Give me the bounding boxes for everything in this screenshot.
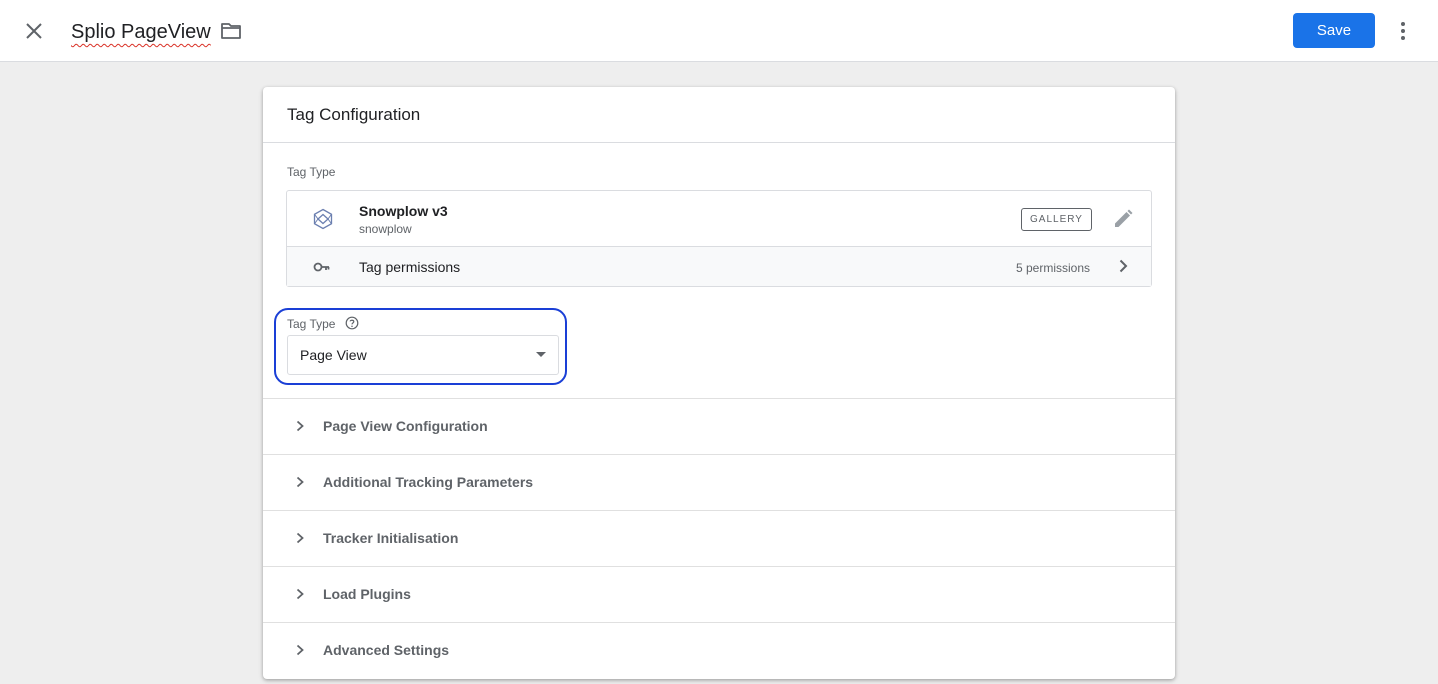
tag-permissions-row[interactable]: Tag permissions 5 permissions: [287, 246, 1151, 286]
permissions-label: Tag permissions: [359, 259, 461, 275]
section-label: Tracker Initialisation: [323, 530, 459, 546]
close-button[interactable]: [22, 19, 46, 43]
permissions-count: 5 permissions: [1016, 261, 1091, 275]
section-label: Additional Tracking Parameters: [323, 474, 534, 490]
section-tracker-initialisation[interactable]: Tracker Initialisation: [263, 510, 1175, 566]
section-page-view-configuration[interactable]: Page View Configuration: [263, 398, 1175, 454]
folder-icon: [221, 23, 241, 39]
chevron-right-icon: [296, 532, 304, 544]
tag-type-field-label: Tag Type: [287, 317, 336, 331]
folder-button[interactable]: [220, 20, 242, 42]
chevron-right-icon: [296, 476, 304, 488]
pencil-icon[interactable]: [1112, 208, 1134, 230]
section-load-plugins[interactable]: Load Plugins: [263, 566, 1175, 622]
tag-name-title[interactable]: Splio PageView: [71, 19, 211, 45]
tag-type-section-label: Tag Type: [287, 165, 336, 179]
more-options-button[interactable]: [1391, 19, 1415, 43]
template-name: Snowplow v3: [359, 203, 448, 219]
chevron-right-icon: [296, 644, 304, 656]
top-bar: Splio PageView Save: [0, 0, 1438, 62]
template-id: snowplow: [359, 222, 412, 236]
tag-type-box: Snowplow v3 snowplow GALLERY Tag permiss…: [286, 190, 1152, 287]
chevron-right-icon: [296, 420, 304, 432]
section-additional-tracking-parameters[interactable]: Additional Tracking Parameters: [263, 454, 1175, 510]
key-icon: [313, 262, 330, 272]
card-title: Tag Configuration: [287, 105, 421, 124]
tag-configuration-card: Tag Configuration Tag Type Snowplow v3 s…: [263, 87, 1175, 679]
chevron-right-icon: [296, 588, 304, 600]
dropdown-arrow-icon: [536, 352, 546, 357]
help-icon[interactable]: [345, 316, 359, 330]
tag-type-value: Page View: [300, 347, 367, 363]
more-vert-icon: [1401, 22, 1405, 40]
card-divider: [263, 142, 1175, 143]
section-label: Load Plugins: [323, 586, 411, 602]
gallery-badge: GALLERY: [1021, 208, 1092, 231]
section-label: Page View Configuration: [323, 418, 488, 434]
save-button[interactable]: Save: [1293, 13, 1375, 48]
section-advanced-settings[interactable]: Advanced Settings: [263, 622, 1175, 678]
close-icon: [26, 23, 42, 39]
tag-type-dropdown[interactable]: Page View: [287, 335, 559, 375]
tag-type-selector[interactable]: Snowplow v3 snowplow GALLERY: [287, 191, 1151, 246]
chevron-right-icon: [1119, 259, 1128, 273]
section-label: Advanced Settings: [323, 642, 450, 658]
snowplow-logo-icon: [313, 208, 333, 230]
